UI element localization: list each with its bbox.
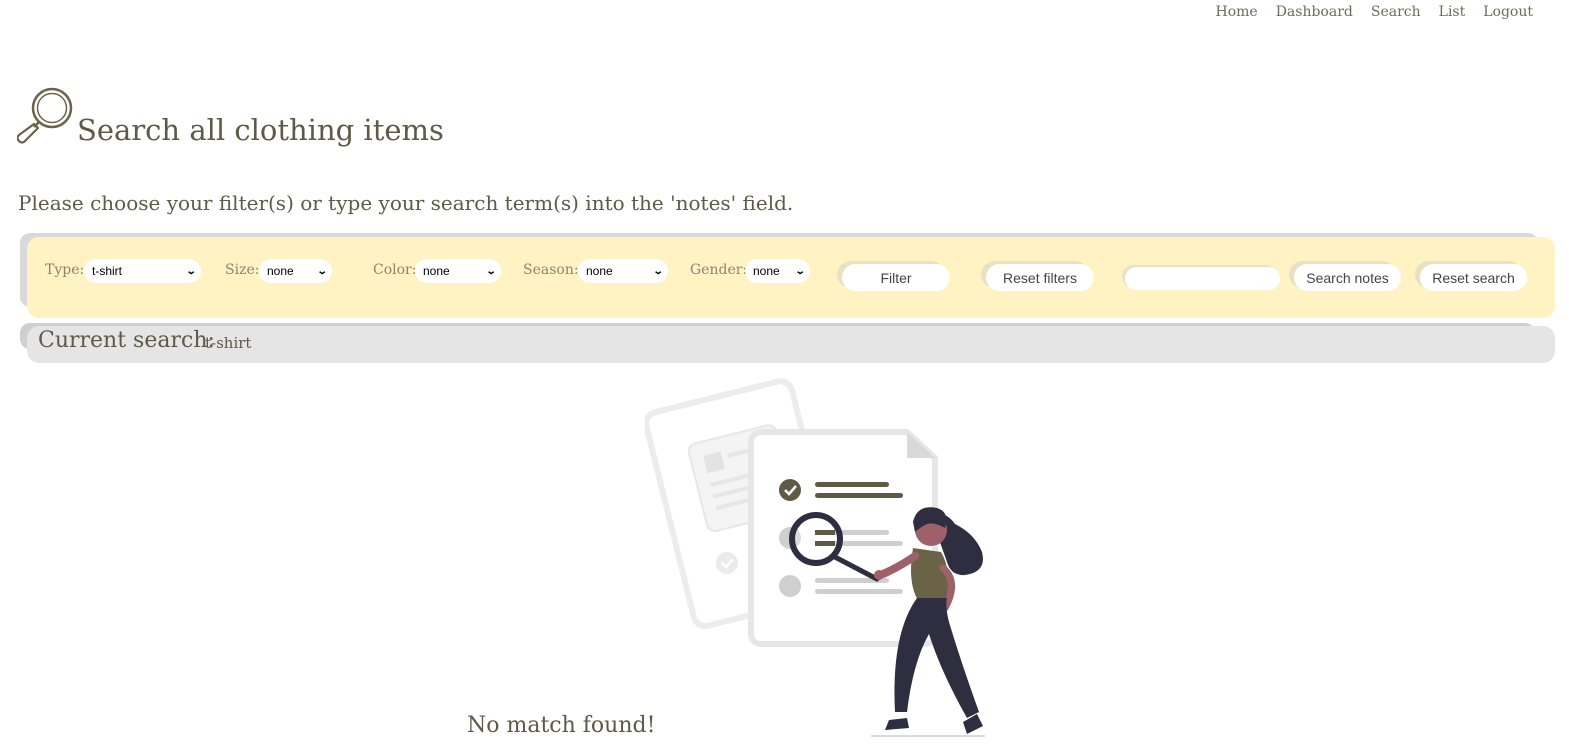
top-nav: Home Dashboard Search List Logout: [1215, 4, 1533, 20]
current-search-label: Current search:: [38, 328, 215, 353]
search-notes-button[interactable]: Search notes: [1294, 264, 1401, 291]
nav-search-link[interactable]: Search: [1371, 4, 1421, 20]
instruction-text: Please choose your filter(s) or type you…: [18, 191, 794, 215]
faded-check-icon: [716, 552, 738, 574]
size-select[interactable]: none ⌄: [259, 259, 332, 283]
type-select[interactable]: t-shirt ⌄: [84, 259, 201, 283]
page-title: Search all clothing items: [77, 113, 444, 147]
chevron-down-icon: ⌄: [485, 265, 497, 277]
front-document: [748, 429, 938, 647]
gender-label: Gender:: [690, 262, 748, 278]
nav-home-link[interactable]: Home: [1215, 4, 1257, 20]
type-select-value: t-shirt: [92, 264, 122, 278]
size-select-value: none: [267, 264, 294, 278]
no-results-illustration: [645, 378, 985, 737]
reset-search-button[interactable]: Reset search: [1420, 264, 1527, 291]
check-icon: [779, 479, 801, 501]
chevron-down-icon: ⌄: [794, 265, 806, 277]
magnifier-icon: [17, 87, 73, 144]
nav-list-link[interactable]: List: [1439, 4, 1466, 20]
nav-logout-link[interactable]: Logout: [1483, 4, 1533, 20]
nav-dashboard-link[interactable]: Dashboard: [1276, 4, 1353, 20]
size-label: Size:: [225, 262, 260, 278]
color-label: Color:: [373, 262, 417, 278]
filter-button[interactable]: Filter: [842, 264, 950, 291]
chevron-down-icon: ⌄: [185, 265, 197, 277]
type-label: Type:: [45, 262, 85, 278]
gender-select-value: none: [753, 264, 780, 278]
color-select[interactable]: none ⌄: [415, 259, 501, 283]
chevron-down-icon: ⌄: [316, 265, 328, 277]
reset-filters-button[interactable]: Reset filters: [986, 264, 1094, 291]
page-header: Search all clothing items: [17, 86, 444, 147]
no-match-message: No match found!: [467, 713, 656, 738]
gender-select[interactable]: none ⌄: [745, 259, 810, 283]
color-select-value: none: [423, 264, 450, 278]
season-label: Season:: [523, 262, 579, 278]
current-search-value: t-shirt: [205, 334, 252, 352]
season-select[interactable]: none ⌄: [578, 259, 668, 283]
current-search-bar: [27, 326, 1555, 363]
notes-search-input[interactable]: [1125, 267, 1280, 290]
chevron-down-icon: ⌄: [652, 265, 664, 277]
season-select-value: none: [586, 264, 613, 278]
